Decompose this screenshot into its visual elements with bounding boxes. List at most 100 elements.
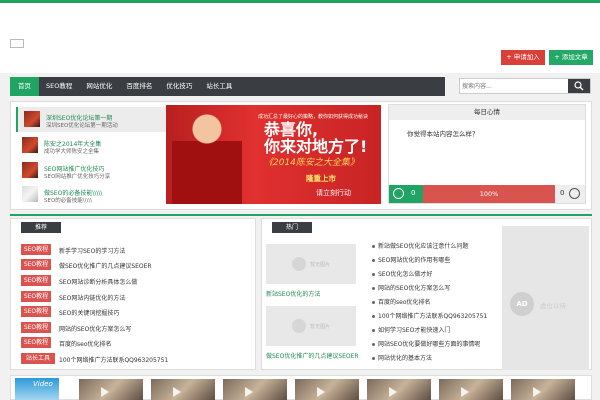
site-header: + 申请加入 + 添加文章 (0, 3, 600, 73)
category-tag[interactable]: SEO教程 (21, 259, 51, 270)
list-item[interactable]: 网站优化的基本方法 (372, 353, 432, 365)
section-heading: 热门 (272, 222, 312, 233)
search-icon (574, 81, 584, 91)
article-link[interactable]: 新站SEO优化的方法 (266, 289, 320, 298)
category-tag[interactable]: SEO教程 (21, 275, 51, 286)
apply-join-button[interactable]: + 申请加入 (501, 50, 545, 65)
list-item[interactable]: 百度的seo优化排名 (372, 297, 431, 309)
bullet-icon (372, 357, 375, 360)
news-summary: SEO网站推广优化技巧分享 (44, 174, 111, 180)
list-item[interactable]: 如何学习SEO才能快速入门 (372, 325, 450, 337)
list-item[interactable]: 网站的SEO优化方案怎么写 (372, 283, 450, 295)
poll-dislike-button[interactable]: 0 (555, 185, 585, 203)
video-thumbnail[interactable] (151, 379, 215, 400)
nav-item-home[interactable]: 首页 (10, 77, 39, 96)
category-tag[interactable]: SEO教程 (21, 322, 51, 333)
news-thumbnail (24, 111, 40, 127)
add-article-button[interactable]: + 添加文章 (549, 50, 593, 65)
list-item[interactable]: SEO优化怎么做才好 (372, 269, 432, 281)
dislike-count: 0 (560, 189, 565, 197)
video-thumbnail[interactable] (79, 379, 143, 400)
image-placeholder[interactable]: 暂无图片 (266, 306, 356, 346)
site-logo[interactable] (10, 39, 24, 48)
like-count: 0 (411, 189, 416, 197)
image-placeholder[interactable]: 暂无图片 (266, 244, 356, 284)
news-summary: 深圳SEO优化论坛第一期活动 (46, 123, 118, 129)
search-button[interactable] (568, 79, 590, 93)
video-thumbnail[interactable] (367, 379, 431, 400)
banner-person-image (172, 111, 242, 204)
article-link[interactable]: 新手学习SEO的学习方法 (59, 246, 125, 255)
article-link[interactable]: 网站优化的基本方法 (378, 355, 432, 362)
news-item[interactable]: 做SEO的必备技能\\\\\ SEO的必备技能\\\\\ (16, 182, 169, 207)
news-item[interactable]: SEO网站推广优化技巧 SEO网站推广优化技巧分享 (16, 158, 169, 183)
list-item[interactable]: 新站做SEO优化应该注意什么问题 (372, 241, 468, 253)
search-box (459, 78, 591, 94)
list-item[interactable]: 网站SEO优化要做好哪些方面的事情呢 (372, 339, 480, 351)
article-link[interactable]: 做SEO优化推广的几点建议SEOER (266, 351, 359, 360)
poll-like-button[interactable]: 0 (389, 185, 423, 203)
news-summary: SEO的必备技能\\\\\ (44, 198, 93, 204)
promo-banner[interactable]: 成功汇总了最好心的策略，教你如何获得成功秘诀 恭喜你, 你来对地方了! 《201… (166, 105, 381, 204)
placeholder-label: 暂无图片 (310, 324, 331, 330)
banner-headline-2: 你来对地方了! (264, 137, 368, 156)
list-item[interactable]: SEO网站优化的作用有哪些 (372, 255, 450, 267)
bullet-icon (372, 287, 375, 290)
article-link[interactable]: 做SEO优化推广的几点建议SEOER (59, 261, 152, 270)
news-item[interactable]: 陈安之2014年大全集 成功学大师陈安之全集 (16, 133, 169, 158)
nav-item-seo-tutorial[interactable]: SEO教程 (39, 77, 79, 96)
nav-item-tips[interactable]: 优化技巧 (159, 77, 199, 96)
article-link[interactable]: 网站的SEO优化方案怎么写 (378, 285, 450, 292)
bullet-icon (372, 315, 375, 318)
news-item[interactable]: 深圳SEO优化论坛第一期 深圳SEO优化论坛第一期活动 (16, 107, 169, 132)
image-icon (292, 319, 306, 333)
play-icon (461, 387, 469, 397)
section-heading: 推荐 (21, 222, 61, 233)
article-link[interactable]: SEO网站诊断分析具体怎么做 (59, 277, 137, 286)
placeholder-label: 暂无图片 (310, 262, 331, 268)
article-link[interactable]: SEO优化怎么做才好 (378, 271, 432, 278)
article-link[interactable]: 网站SEO优化要做好哪些方面的事情呢 (378, 341, 480, 348)
play-icon (317, 387, 325, 397)
article-link[interactable]: SEO网站内链优化的方法 (59, 293, 125, 302)
category-tag[interactable]: 站长工具 (21, 353, 55, 364)
bullet-icon (372, 273, 375, 276)
news-summary: 成功学大师陈安之全集 (44, 149, 100, 155)
nav-item-baidu-ranking[interactable]: 百度排名 (119, 77, 159, 96)
article-link[interactable]: 百度的seo优化排名 (59, 339, 112, 348)
nav-item-tools[interactable]: 站长工具 (199, 77, 239, 96)
article-link[interactable]: 新站做SEO优化应该注意什么问题 (378, 243, 468, 250)
video-thumbnail[interactable] (295, 379, 359, 400)
article-link[interactable]: SEO网站优化的作用有哪些 (378, 257, 450, 264)
nav-item-site-optimization[interactable]: 网站优化 (79, 77, 119, 96)
video-thumbnail[interactable] (223, 379, 287, 400)
news-thumbnail (22, 162, 38, 178)
video-thumbnail[interactable] (439, 379, 503, 400)
article-link[interactable]: 100个网络推广方法联系QQ963205751 (59, 355, 168, 364)
article-link[interactable]: SEO的关键词挖掘技巧 (59, 308, 119, 317)
play-icon (245, 387, 253, 397)
play-icon (173, 387, 181, 397)
mood-poll: 每日心情 你觉得本站内容怎么样？ 0 100% 0 (388, 104, 586, 204)
category-tag[interactable]: SEO教程 (21, 291, 51, 302)
main-nav: 首页 SEO教程 网站优化 百度排名 优化技巧 站长工具 (10, 77, 445, 96)
article-link[interactable]: 如何学习SEO才能快速入门 (378, 327, 450, 334)
ad-slot[interactable]: AD 虚位以待 (502, 226, 589, 370)
list-item[interactable]: 100个网络推广方法联系QQ963205751 (372, 311, 487, 323)
article-link[interactable]: 100个网络推广方法联系QQ963205751 (378, 313, 487, 320)
poll-title: 每日心情 (389, 105, 585, 120)
bullet-icon (372, 329, 375, 332)
bullet-icon (372, 343, 375, 346)
video-strip: Video (10, 375, 592, 400)
article-link[interactable]: 百度的seo优化排名 (378, 299, 431, 306)
play-icon (389, 387, 397, 397)
category-tag[interactable]: SEO教程 (21, 337, 51, 348)
banner-cta[interactable]: 请立刻行动 (316, 188, 351, 198)
category-tag[interactable]: SEO教程 (21, 244, 51, 255)
poll-question: 你觉得本站内容怎么样？ (407, 130, 479, 138)
category-tag[interactable]: SEO教程 (21, 306, 51, 317)
video-logo[interactable]: Video (15, 378, 59, 400)
search-input[interactable] (462, 80, 566, 92)
article-link[interactable]: 网站的SEO优化方案怎么写 (59, 324, 131, 333)
video-thumbnail[interactable] (511, 379, 575, 400)
